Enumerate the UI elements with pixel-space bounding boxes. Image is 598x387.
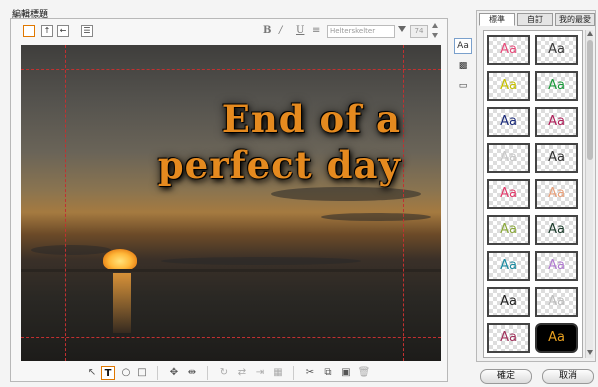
- bold-button[interactable]: B: [263, 25, 271, 36]
- font-select[interactable]: Helterskelter: [327, 25, 395, 38]
- safe-area-guide: [21, 337, 441, 338]
- align-button[interactable]: ≡: [312, 25, 320, 36]
- font-dropdown-arrow-icon[interactable]: [398, 26, 406, 32]
- style-tile[interactable]: Aa: [535, 143, 578, 173]
- underline-button[interactable]: U: [296, 25, 304, 36]
- style-tile[interactable]: Aa: [487, 107, 530, 137]
- ellipse-tool-icon[interactable]: ○: [119, 366, 133, 380]
- style-tile[interactable]: Aa: [487, 251, 530, 281]
- style-tile[interactable]: Aa: [535, 215, 578, 245]
- layer-up-button[interactable]: ↑: [41, 25, 53, 37]
- cancel-button[interactable]: 取消: [542, 369, 594, 384]
- frame-style-button[interactable]: [23, 25, 35, 37]
- style-tabs: 標準 自訂 我的最愛: [479, 13, 595, 27]
- style-tile[interactable]: Aa: [487, 35, 530, 65]
- text-style-icon[interactable]: Aa: [454, 38, 472, 54]
- ok-button[interactable]: 確定: [480, 369, 532, 384]
- style-tile[interactable]: Aa: [487, 71, 530, 101]
- sun-shape: [103, 249, 137, 271]
- style-tile[interactable]: Aa: [535, 251, 578, 281]
- image-icon[interactable]: ▩: [454, 58, 472, 74]
- tab-custom[interactable]: 自訂: [517, 13, 553, 26]
- select-arrow-icon[interactable]: ↖: [85, 366, 99, 380]
- paste-icon[interactable]: ▣: [339, 366, 353, 380]
- rectangle-tool-icon[interactable]: □: [135, 366, 149, 380]
- cloud-shape: [161, 257, 361, 265]
- size-increase-icon[interactable]: [432, 23, 438, 28]
- style-tile[interactable]: Aa: [535, 287, 578, 317]
- safe-area-guide: [403, 45, 404, 361]
- scroll-down-icon[interactable]: [587, 350, 593, 355]
- italic-button[interactable]: /: [279, 25, 282, 36]
- move-icon[interactable]: ✥: [167, 366, 181, 380]
- style-tile[interactable]: Aa: [535, 71, 578, 101]
- title-text-line-2[interactable]: perfect day: [158, 143, 401, 187]
- preview-canvas[interactable]: End of a perfect day: [21, 45, 441, 361]
- toolbar-divider: [157, 366, 158, 380]
- frame-icon[interactable]: ▭: [454, 78, 472, 94]
- toolbar-divider: [293, 366, 294, 380]
- layer-back-button[interactable]: ←: [57, 25, 69, 37]
- cloud-shape: [271, 187, 421, 201]
- distribute-icon[interactable]: ⇹: [185, 366, 199, 380]
- style-tile[interactable]: Aa: [535, 323, 578, 353]
- bottom-toolbar: ↖ T ○ □ ✥ ⇹ ↻ ⇄ ⇥ ▦ ✂ ⧉ ▣ 🗑: [11, 363, 447, 383]
- title-editor-panel: ↑ ← ☰ B / U ≡ Helterskelter 74 End of a …: [10, 18, 448, 382]
- copy-icon[interactable]: ⧉: [321, 366, 335, 380]
- style-tile[interactable]: Aa: [487, 323, 530, 353]
- horizon-line: [21, 269, 441, 272]
- font-size-field[interactable]: 74: [410, 25, 428, 38]
- flip-icon[interactable]: ⇄: [235, 366, 249, 380]
- safe-area-guide: [21, 69, 441, 70]
- size-decrease-icon[interactable]: [432, 33, 438, 38]
- style-tile[interactable]: Aa: [535, 35, 578, 65]
- cloud-shape: [321, 213, 431, 221]
- scroll-up-icon[interactable]: [587, 31, 593, 36]
- tab-standard[interactable]: 標準: [479, 13, 515, 26]
- style-tile[interactable]: Aa: [487, 143, 530, 173]
- list-icon: ☰: [83, 26, 91, 35]
- safe-area-guide: [65, 45, 66, 361]
- cloud-shape: [31, 245, 111, 255]
- grid-icon[interactable]: ▦: [271, 366, 285, 380]
- properties-button[interactable]: ☰: [81, 25, 93, 37]
- style-grid: Aa Aa Aa Aa Aa Aa Aa Aa Aa Aa Aa Aa Aa Aa Aa Aa Aa Aa: [483, 30, 583, 358]
- style-panel: 標準 自訂 我的最愛 Aa Aa Aa Aa Aa Aa Aa Aa Aa Aa Aa Aa Aa Aa A…: [476, 10, 596, 362]
- tab-favorites[interactable]: 我的最愛: [555, 13, 595, 26]
- style-tile[interactable]: Aa: [535, 179, 578, 209]
- trash-icon[interactable]: 🗑: [357, 366, 371, 380]
- scissors-icon[interactable]: ✂: [303, 366, 317, 380]
- style-scrollbar[interactable]: [585, 30, 593, 358]
- align-right-icon[interactable]: ⇥: [253, 366, 267, 380]
- style-tile[interactable]: Aa: [535, 107, 578, 137]
- style-tile[interactable]: Aa: [487, 179, 530, 209]
- style-tile[interactable]: Aa: [487, 215, 530, 245]
- style-tile[interactable]: Aa: [487, 287, 530, 317]
- top-toolbar: ↑ ← ☰ B / U ≡ Helterskelter 74: [11, 19, 447, 44]
- scroll-thumb[interactable]: [587, 40, 593, 160]
- arrow-left-icon: ←: [59, 26, 67, 35]
- toolbar-divider: [207, 366, 208, 380]
- rotate-icon[interactable]: ↻: [217, 366, 231, 380]
- arrow-up-icon: ↑: [43, 26, 51, 35]
- text-tool-icon[interactable]: T: [101, 366, 115, 380]
- title-text-line-1[interactable]: End of a: [222, 97, 401, 141]
- sun-reflection: [113, 273, 131, 333]
